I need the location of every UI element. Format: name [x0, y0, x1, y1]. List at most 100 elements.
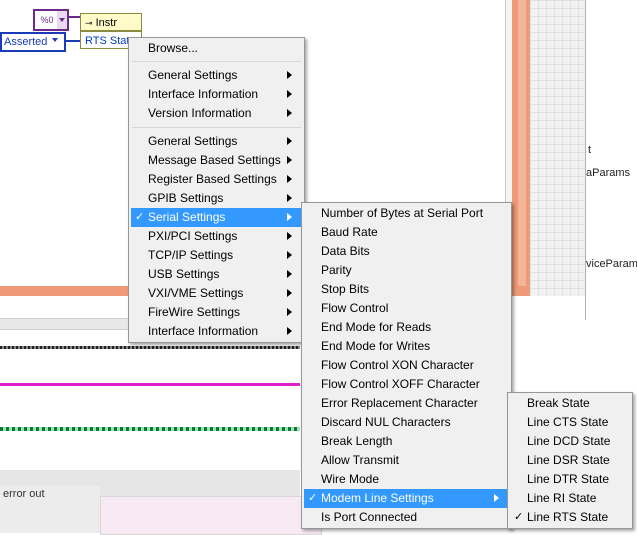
- front-panel-pane: [100, 496, 322, 535]
- menu-item-flow-control-xon-character[interactable]: Flow Control XON Character: [304, 356, 509, 375]
- menu-item-gpib-settings[interactable]: GPIB Settings: [131, 189, 302, 208]
- menu-item-line-rts-state[interactable]: ✓ Line RTS State: [510, 508, 630, 527]
- menu-item-label: TCP/IP Settings: [148, 248, 234, 262]
- chevron-down-icon[interactable]: [52, 38, 58, 42]
- submenu-arrow-icon: [287, 175, 292, 183]
- menu-item-label: GPIB Settings: [148, 191, 224, 205]
- menu-item-line-dcd-state[interactable]: Line DCD State: [510, 432, 630, 451]
- menu-item-firewire-settings[interactable]: FireWire Settings: [131, 303, 302, 322]
- menu-item-is-port-connected[interactable]: Is Port Connected: [304, 508, 509, 527]
- menu-item-label: Data Bits: [321, 244, 370, 258]
- menu-item-label: Error Replacement Character: [321, 396, 478, 410]
- menu-item-label: Break State: [527, 396, 590, 410]
- menu-item-pxi-pci-settings[interactable]: PXI/PCI Settings: [131, 227, 302, 246]
- menu-item-number-of-bytes-at-serial-port[interactable]: Number of Bytes at Serial Port: [304, 204, 509, 223]
- menu-item-label: Line DSR State: [527, 453, 610, 467]
- menu-item-vxi-vme-settings[interactable]: VXI/VME Settings: [131, 284, 302, 303]
- submenu-arrow-icon: [287, 251, 292, 259]
- menu-item-break-length[interactable]: Break Length: [304, 432, 509, 451]
- menu-item-label: General Settings: [148, 68, 238, 82]
- menu-item-stop-bits[interactable]: Stop Bits: [304, 280, 509, 299]
- grid-area: [530, 0, 585, 296]
- menu-item-label: Is Port Connected: [321, 510, 418, 524]
- menu-item-label: Line RI State: [527, 491, 597, 505]
- menu-item-interface-information[interactable]: Interface Information: [131, 85, 302, 104]
- menu-item-label: Break Length: [321, 434, 393, 448]
- enum-constant[interactable]: Asserted: [0, 32, 66, 52]
- menu-item-label: Line DTR State: [527, 472, 610, 486]
- menu-item-general-settings[interactable]: General Settings: [131, 132, 302, 151]
- property-node-header[interactable]: ⊸ Instr: [80, 13, 142, 31]
- menu-item-general-settings[interactable]: General Settings: [131, 66, 302, 85]
- structure-frame-inner: [518, 0, 526, 286]
- menu-item-end-mode-for-writes[interactable]: End Mode for Writes: [304, 337, 509, 356]
- menu-item-label: Line CTS State: [527, 415, 609, 429]
- error-out-label: error out: [3, 488, 45, 500]
- menu-item-serial-settings[interactable]: ✓ Serial Settings: [131, 208, 302, 227]
- submenu-arrow-icon: [287, 232, 292, 240]
- menu-item-line-cts-state[interactable]: Line CTS State: [510, 413, 630, 432]
- menu-item-data-bits[interactable]: Data Bits: [304, 242, 509, 261]
- menu-item-wire-mode[interactable]: Wire Mode: [304, 470, 509, 489]
- menu-item-label: End Mode for Writes: [321, 339, 431, 353]
- menu-item-tcp-ip-settings[interactable]: TCP/IP Settings: [131, 246, 302, 265]
- menu-item-parity[interactable]: Parity: [304, 261, 509, 280]
- menu-item-break-state[interactable]: Break State: [510, 394, 630, 413]
- checkmark-icon: ✓: [135, 211, 145, 223]
- ring-constant-dropdown[interactable]: [57, 9, 69, 31]
- wire-blue[interactable]: [64, 40, 80, 42]
- menu-item-flow-control-xoff-character[interactable]: Flow Control XOFF Character: [304, 375, 509, 394]
- right-label-2: aParams: [586, 167, 631, 179]
- pane-divider: [585, 0, 586, 320]
- menu-item-label: Stop Bits: [321, 282, 370, 296]
- context-menu-main: Browse... General Settings Interface Infor…: [128, 37, 305, 343]
- submenu-arrow-icon: [287, 109, 292, 117]
- menu-item-line-dsr-state[interactable]: Line DSR State: [510, 451, 630, 470]
- wire-pink[interactable]: [0, 383, 300, 386]
- submenu-arrow-icon: [287, 308, 292, 316]
- menu-item-error-replacement-character[interactable]: Error Replacement Character: [304, 394, 509, 413]
- menu-item-label: Register Based Settings: [148, 172, 277, 186]
- wire-black[interactable]: [0, 346, 300, 349]
- menu-item-label: Interface Information: [148, 87, 259, 101]
- submenu-arrow-icon: [287, 137, 292, 145]
- wire-green[interactable]: [0, 427, 300, 431]
- menu-item-end-mode-for-reads[interactable]: End Mode for Reads: [304, 318, 509, 337]
- menu-item-register-based-settings[interactable]: Register Based Settings: [131, 170, 302, 189]
- menu-item-line-ri-state[interactable]: Line RI State: [510, 489, 630, 508]
- right-label-1: t: [588, 144, 592, 156]
- menu-item-label: USB Settings: [148, 267, 220, 281]
- menu-item-label: Line DCD State: [527, 434, 611, 448]
- checkmark-icon: ✓: [308, 492, 318, 504]
- submenu-modem-line-settings: Break State Line CTS State Line DCD State L…: [507, 392, 633, 529]
- menu-item-label: Serial Settings: [148, 210, 226, 224]
- menu-item-message-based-settings[interactable]: Message Based Settings: [131, 151, 302, 170]
- menu-item-version-information[interactable]: Version Information: [131, 104, 302, 123]
- submenu-arrow-icon: [287, 194, 292, 202]
- menu-item-label: Browse...: [148, 41, 199, 55]
- menu-item-label: General Settings: [148, 134, 238, 148]
- menu-item-modem-line-settings[interactable]: ✓ Modem Line Settings: [304, 489, 509, 508]
- menu-item-browse[interactable]: Browse...: [131, 39, 302, 58]
- menu-item-label: VXI/VME Settings: [148, 286, 244, 300]
- enum-value: Asserted: [4, 36, 48, 48]
- menu-item-allow-transmit[interactable]: Allow Transmit: [304, 451, 509, 470]
- menu-item-flow-control[interactable]: Flow Control: [304, 299, 509, 318]
- menu-item-line-dtr-state[interactable]: Line DTR State: [510, 470, 630, 489]
- menu-item-label: PXI/PCI Settings: [148, 229, 238, 243]
- menu-item-label: Baud Rate: [321, 225, 378, 239]
- menu-item-label: FireWire Settings: [148, 305, 241, 319]
- menu-item-usb-settings[interactable]: USB Settings: [131, 265, 302, 284]
- menu-item-label: Flow Control XON Character: [321, 358, 474, 372]
- menu-separator: [132, 61, 301, 62]
- menu-item-label: Modem Line Settings: [321, 491, 434, 505]
- menu-item-baud-rate[interactable]: Baud Rate: [304, 223, 509, 242]
- checkmark-icon: ✓: [514, 511, 524, 523]
- menu-item-interface-information[interactable]: Interface Information: [131, 322, 302, 341]
- menu-item-label: Line RTS State: [527, 510, 609, 524]
- menu-item-discard-nul-characters[interactable]: Discard NUL Characters: [304, 413, 509, 432]
- menu-item-label: Interface Information: [148, 324, 259, 338]
- menu-item-label: Discard NUL Characters: [321, 415, 451, 429]
- menu-item-label: Flow Control: [321, 301, 389, 315]
- submenu-arrow-icon: [287, 213, 292, 221]
